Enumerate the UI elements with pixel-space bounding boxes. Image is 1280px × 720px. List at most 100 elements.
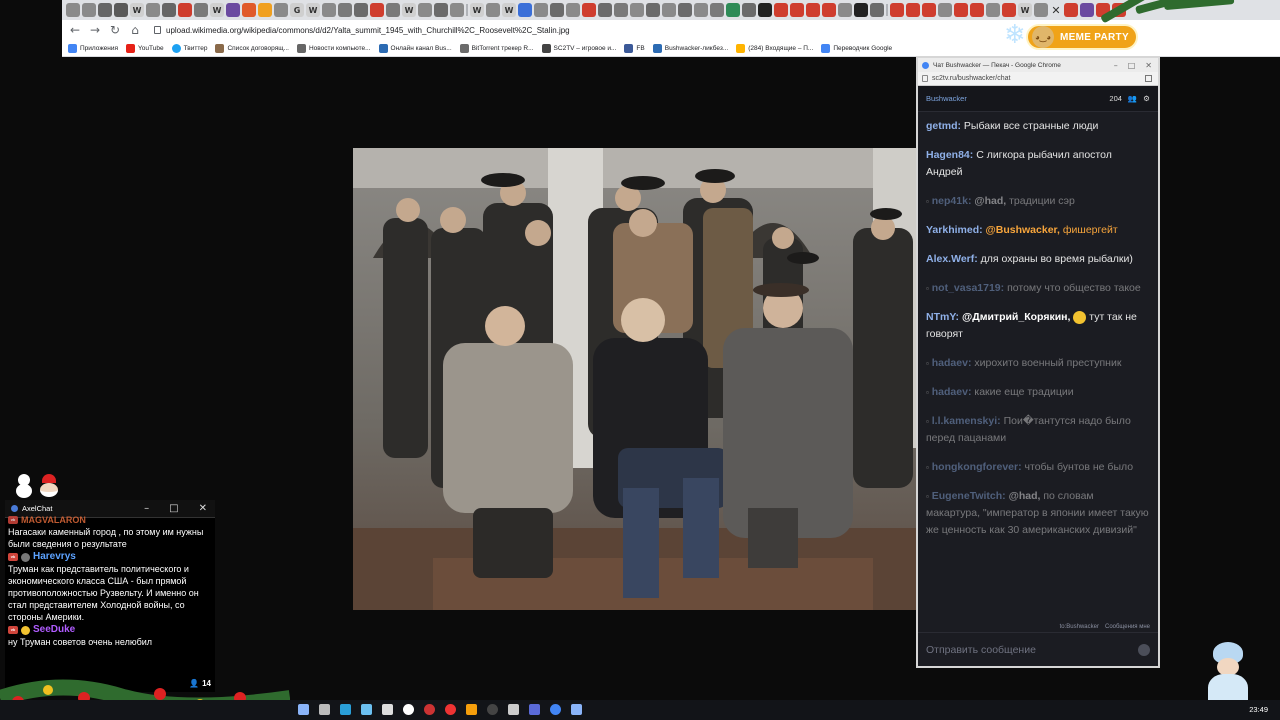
bookmark-list[interactable]: Список договорящ... [215,43,289,53]
file-explorer-icon[interactable] [298,704,309,715]
tab-favicon[interactable] [550,3,564,17]
record-icon[interactable] [424,704,435,715]
reload-icon[interactable]: ↻ [108,23,122,37]
chat-nick[interactable]: hadaev: [932,386,972,398]
firefox-icon[interactable] [466,704,477,715]
tab-favicon[interactable] [954,3,968,17]
bookmark-bushwacker[interactable]: Bushwacker-ликбез... [652,43,728,53]
minimize-icon[interactable]: – [144,503,149,514]
channel-name[interactable]: Bushwacker [926,94,967,103]
messages-icon[interactable] [571,704,582,715]
chat-window-titlebar[interactable]: Чат Bushwacker — Пекач - Google Chrome –… [918,58,1158,72]
calculator-icon[interactable] [319,704,330,715]
chat-window-address-bar[interactable]: sc2tv.ru/bushwacker/chat [918,72,1158,86]
tab-favicon[interactable] [662,3,676,17]
tab-favicon[interactable] [486,3,500,17]
tab-favicon[interactable] [726,3,740,17]
chat-message-input[interactable]: Отправить сообщение [918,632,1158,666]
bookmark-youtube[interactable]: YouTube [126,43,164,53]
tab-favicon[interactable] [758,3,772,17]
chat-nick[interactable]: nep41k: [932,195,972,207]
tab-favicon[interactable] [938,3,952,17]
telegram-icon[interactable] [340,704,351,715]
chat-mention[interactable]: @Bushwacker, [986,224,1060,236]
wikipedia-tab-icon[interactable]: W [210,3,224,17]
messages-to-me-link[interactable]: Сообщения мне [1105,624,1150,630]
wikipedia-tab-icon[interactable]: W [502,3,516,17]
bookmark-translator[interactable]: Переводчик Google [821,43,892,53]
minimize-icon[interactable]: – [1114,61,1118,70]
tab-favicon[interactable] [226,3,240,17]
tab-favicon[interactable] [890,3,904,17]
tab-favicon[interactable] [630,3,644,17]
tab-favicon[interactable] [434,3,448,17]
bookmark-twitter[interactable]: Твиттер [171,43,207,53]
maximize-icon[interactable]: □ [169,503,178,514]
tab-favicon[interactable] [370,3,384,17]
window-icon[interactable] [508,704,519,715]
tab-favicon[interactable] [518,3,532,17]
tab-favicon[interactable] [162,3,176,17]
chat-nick[interactable]: getmd: [926,120,961,132]
tab-favicon[interactable] [178,3,192,17]
tab-favicon[interactable] [338,3,352,17]
tab-favicon[interactable] [354,3,368,17]
tab-favicon[interactable] [598,3,612,17]
obs-icon[interactable] [487,704,498,715]
close-icon[interactable]: ✕ [1145,61,1152,70]
chat-nick[interactable]: NTmY: [926,311,959,323]
chat-nick[interactable]: hadaev: [932,357,972,369]
tab-favicon[interactable] [870,3,884,17]
tab-favicon[interactable] [790,3,804,17]
tab-favicon[interactable] [274,3,288,17]
tab-favicon[interactable] [242,3,256,17]
chat-nick[interactable]: not_vasa1719: [932,282,1004,294]
smiley-picker-icon[interactable] [1138,643,1150,656]
tab-favicon[interactable] [258,3,272,17]
tab-favicon[interactable] [534,3,548,17]
tab-favicon[interactable] [1080,3,1094,17]
tab-favicon[interactable] [678,3,692,17]
yandex-browser-icon[interactable] [445,704,456,715]
media-player-icon[interactable] [403,704,414,715]
system-clock[interactable]: 23:49 [1249,705,1268,714]
tab-favicon[interactable] [774,3,788,17]
tab-favicon[interactable] [614,3,628,17]
bookmark-facebook[interactable]: FB [624,43,645,53]
chat-nick[interactable]: Yarkhimed: [926,224,983,236]
wikipedia-tab-icon[interactable]: W [470,3,484,17]
notepad-icon[interactable] [382,704,393,715]
forward-arrow-icon[interactable]: → [88,23,102,37]
chat-nick[interactable]: l.l.kamenskyi: [932,415,1001,427]
google-tab-icon[interactable]: G [290,3,304,17]
bookmark-sc2tv[interactable]: SC2TV – игровое и... [541,43,616,53]
wikipedia-tab-icon[interactable]: W [1018,3,1032,17]
home-icon[interactable]: ⌂ [128,23,142,37]
wikipedia-tab-icon[interactable]: W [402,3,416,17]
chat-nick[interactable]: EugeneTwitch: [932,490,1006,502]
tab-favicon[interactable] [1002,3,1016,17]
copy-icon[interactable] [1145,75,1152,82]
tab-favicon[interactable] [418,3,432,17]
address-bar[interactable]: upload.wikimedia.org/wikipedia/commons/d… [154,26,570,35]
tab-favicon[interactable] [742,3,756,17]
tab-favicon[interactable] [194,3,208,17]
tab-favicon[interactable] [710,3,724,17]
settings-gear-icon[interactable]: ⚙ [1143,94,1150,103]
users-icon[interactable]: 👥 [1128,94,1137,103]
tab-favicon[interactable] [322,3,336,17]
tab-favicon[interactable] [806,3,820,17]
tab-favicon[interactable] [566,3,580,17]
tab-favicon[interactable] [1034,3,1048,17]
to-bushwacker-link[interactable]: to:Bushwacker [1060,624,1099,630]
bookmark-bittorrent[interactable]: BitTorrent трекер R... [459,43,534,53]
tab-favicon[interactable] [854,3,868,17]
tab-close-icon[interactable]: ✕ [1050,4,1062,17]
tab-favicon[interactable] [986,3,1000,17]
tab-favicon[interactable] [98,3,112,17]
tab-favicon[interactable] [822,3,836,17]
tab-favicon[interactable] [970,3,984,17]
maximize-icon[interactable]: □ [1128,61,1136,70]
tab-favicon[interactable] [1064,3,1078,17]
wikipedia-tab-icon[interactable]: W [130,3,144,17]
